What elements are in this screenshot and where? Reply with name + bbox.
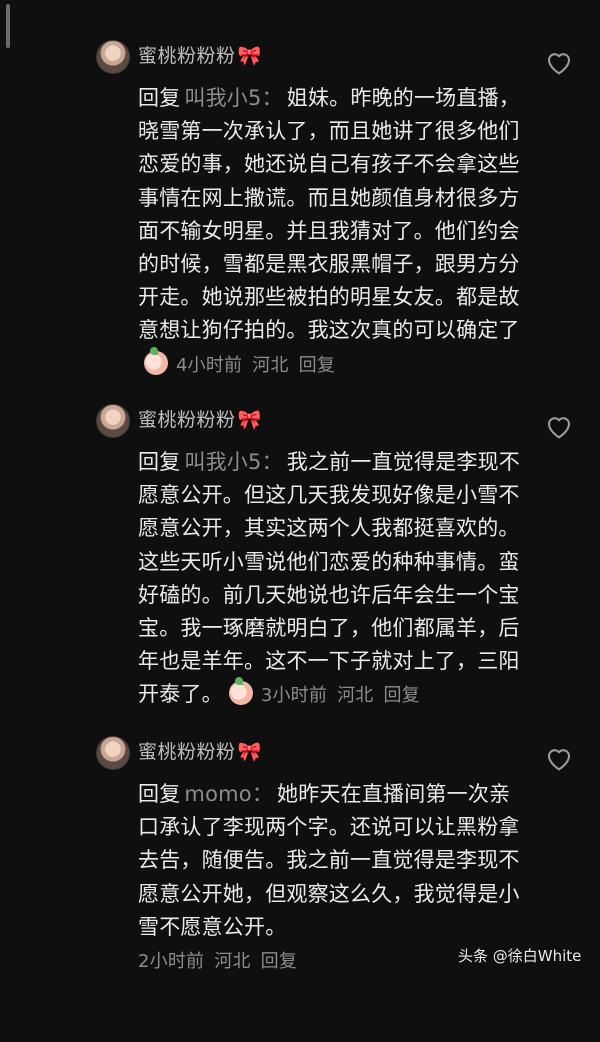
comment-item: 蜜桃粉粉粉 🎀 回复 叫我小5： 我之前一直觉得是李现不愿意公开。但这几天我发现好像是… xyxy=(0,380,600,710)
reply-prefix: 回复 xyxy=(138,86,181,110)
username-text: 蜜桃粉粉粉 xyxy=(138,45,236,67)
comment-meta: 4小时前 河北 回复 xyxy=(176,355,345,376)
username[interactable]: 蜜桃粉粉粉 🎀 xyxy=(138,42,262,70)
comment-location: 河北 xyxy=(337,685,374,707)
username[interactable]: 蜜桃粉粉粉 🎀 xyxy=(138,406,262,434)
reply-prefix: 回复 xyxy=(138,782,181,806)
bow-icon: 🎀 xyxy=(237,409,262,431)
avatar[interactable] xyxy=(96,736,130,770)
username-text: 蜜桃粉粉粉 xyxy=(138,741,236,763)
comment-body: 回复 叫我小5： 我之前一直觉得是李现不愿意公开。但这几天我发现好像是小雪不愿意公开… xyxy=(138,446,530,713)
username-text: 蜜桃粉粉粉 xyxy=(138,409,236,431)
bow-icon: 🎀 xyxy=(237,741,262,763)
peach-sticker-icon xyxy=(144,346,168,375)
reply-prefix: 回复 xyxy=(138,450,181,474)
comment-location: 河北 xyxy=(252,354,289,376)
comment-time: 2小时前 xyxy=(138,951,205,973)
watermark: 头条 @徐白White xyxy=(458,947,582,965)
reply-target[interactable]: momo： xyxy=(184,782,273,806)
reply-button[interactable]: 回复 xyxy=(383,685,419,706)
heart-outline-icon[interactable] xyxy=(543,410,575,442)
comment-item: 蜜桃粉粉粉 🎀 回复 momo： 她昨天在直播间第一次亲口承认了李现两个字。还说可以让… xyxy=(0,712,600,1042)
avatar[interactable] xyxy=(96,40,130,74)
comment-text: 姐妹。昨晚的一场直播，晓雪第一次承认了，而且她讲了很多他们恋爱的事，她还说自己有… xyxy=(138,86,520,343)
reply-target[interactable]: 叫我小5： xyxy=(184,86,282,110)
comment-location: 河北 xyxy=(214,951,251,973)
comment-time: 4小时前 xyxy=(176,354,243,376)
reply-button[interactable]: 回复 xyxy=(261,951,297,972)
comment-meta: 2小时前 河北 回复 xyxy=(138,951,307,972)
heart-outline-icon[interactable] xyxy=(543,742,575,774)
comment-text: 我之前一直觉得是李现不愿意公开。但这几天我发现好像是小雪不愿意公开，其实这两个人… xyxy=(138,450,520,707)
comment-meta: 3小时前 河北 回复 xyxy=(261,685,430,706)
comment-item: 蜜桃粉粉粉 🎀 回复 叫我小5： 姐妹。昨晚的一场直播，晓雪第一次承认了，而且她讲了很… xyxy=(0,16,600,376)
reply-target[interactable]: 叫我小5： xyxy=(184,450,282,474)
username[interactable]: 蜜桃粉粉粉 🎀 xyxy=(138,738,262,766)
reply-button[interactable]: 回复 xyxy=(299,355,335,376)
avatar[interactable] xyxy=(96,404,130,438)
comment-time: 3小时前 xyxy=(260,685,328,707)
comment-body: 回复 叫我小5： 姐妹。昨晚的一场直播，晓雪第一次承认了，而且她讲了很多他们恋爱的事… xyxy=(138,82,530,382)
heart-outline-icon[interactable] xyxy=(543,46,575,78)
bow-icon: 🎀 xyxy=(237,45,262,67)
peach-sticker-icon xyxy=(228,677,253,706)
